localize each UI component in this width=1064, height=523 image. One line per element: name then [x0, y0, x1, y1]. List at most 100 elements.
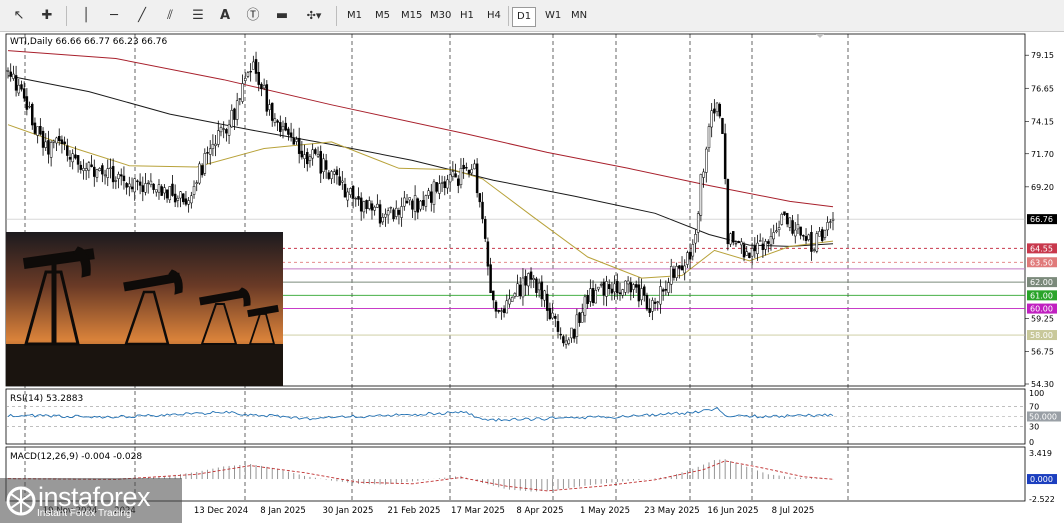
timeframe-m1[interactable]: M1 [343, 7, 366, 25]
timeframe-d1[interactable]: D1 [512, 7, 537, 27]
candle-body [163, 187, 166, 194]
rectangle-icon[interactable]: ▬ [271, 5, 293, 27]
candle-body [815, 233, 819, 252]
timeframe-mn[interactable]: MN [567, 7, 591, 25]
candle-body [456, 178, 460, 186]
candle-body [20, 84, 23, 90]
candle-body [311, 149, 314, 159]
candle-body [481, 201, 484, 220]
candle-body [6, 70, 10, 72]
candle-body [505, 300, 509, 314]
macd-label: MACD(12,26,9) -0.004 -0.028 [10, 452, 142, 462]
text-icon[interactable]: A [215, 5, 235, 27]
candle-body [198, 163, 201, 184]
candle-body [117, 173, 120, 179]
price-level-label: 63.50 [1030, 258, 1053, 267]
candle-body [567, 339, 571, 344]
candle-body [184, 198, 188, 205]
price-level-label: 62.00 [1030, 278, 1053, 287]
candle-body [831, 218, 835, 221]
candle-body [279, 122, 282, 132]
candle-body [300, 150, 304, 158]
candle-body [430, 191, 433, 203]
candle-body [303, 154, 306, 159]
timeframe-m15[interactable]: M15 [397, 7, 426, 25]
price-level-label: 60.00 [1030, 305, 1053, 314]
cursor-icon[interactable]: ↖ [8, 5, 30, 27]
shapes-icon[interactable]: ✣▾ [300, 5, 328, 27]
candle-body [103, 174, 107, 177]
candle-body [510, 296, 514, 302]
chart-header: WTI,Daily 66.66 66.77 66.23 66.76 [10, 37, 167, 47]
timeframe-w1[interactable]: W1 [541, 7, 565, 25]
date-label: 23 May 2025 [644, 506, 699, 516]
toolbar-divider [66, 6, 67, 26]
candle-body [753, 245, 757, 252]
candle-body [575, 314, 579, 337]
price-tick-label: 59.25 [1031, 315, 1054, 324]
candle-body [651, 300, 654, 312]
candle-body [146, 182, 150, 185]
vertical-line-icon[interactable]: │ [76, 5, 96, 27]
candle-body [106, 168, 110, 178]
candle-body [572, 329, 576, 339]
rsi-axis-label: 100 [1029, 389, 1044, 398]
candle-body [316, 154, 320, 157]
toolbar-divider [508, 6, 509, 26]
candle-body [516, 283, 519, 297]
candle-body [179, 191, 182, 199]
candle-body [47, 140, 50, 155]
candle-body [82, 168, 85, 171]
candle-body [384, 213, 387, 218]
candle-body [330, 171, 333, 179]
candle-body [761, 243, 765, 251]
shift-marker-icon[interactable] [816, 34, 824, 38]
timeframe-h4[interactable]: H4 [483, 7, 505, 25]
timeframe-m30[interactable]: M30 [426, 7, 455, 25]
candle-body [497, 310, 500, 312]
candle-body [694, 234, 697, 244]
candle-body [246, 72, 250, 77]
channel-icon[interactable]: ⫽ [160, 5, 180, 27]
crosshair-icon[interactable]: ✚ [36, 5, 58, 27]
fibonacci-icon[interactable]: ☰ [188, 5, 208, 27]
trendline-icon[interactable]: ╱ [132, 5, 152, 27]
candle-body [769, 236, 773, 245]
rsi-axis-label: 30 [1029, 423, 1039, 432]
timeframe-h1[interactable]: H1 [456, 7, 478, 25]
date-label: 21 Feb 2025 [388, 506, 441, 516]
current-price-label: 66.76 [1030, 215, 1053, 224]
candle-body [403, 197, 406, 207]
candle-body [594, 290, 597, 304]
candle-body [597, 286, 600, 290]
candle-body [661, 289, 665, 292]
candle-body [122, 175, 126, 182]
candle-body [63, 141, 66, 145]
candle-body [217, 130, 220, 145]
candle-body [783, 211, 786, 215]
candle-body [119, 174, 123, 177]
candle-body [200, 165, 204, 176]
price-tick-label: 74.15 [1031, 117, 1054, 126]
date-label: 16 Jun 2025 [707, 506, 758, 516]
horizontal-line-icon[interactable]: ─ [104, 5, 124, 27]
candle-body [432, 181, 436, 205]
candle-body [535, 278, 538, 293]
candle-body [826, 222, 829, 231]
candle-body [57, 136, 61, 142]
price-level-label: 58.00 [1030, 331, 1053, 340]
candle-body [206, 152, 209, 154]
candle-body [678, 265, 681, 269]
timeframe-m5[interactable]: M5 [371, 7, 394, 25]
candle-body [710, 110, 713, 128]
candle-body [368, 200, 371, 209]
candle-body [664, 288, 668, 291]
candle-body [473, 163, 476, 170]
candle-body [718, 103, 722, 117]
candle-body [233, 108, 236, 120]
candle-body [338, 176, 341, 186]
candle-body [173, 193, 177, 203]
label-icon[interactable]: Ⓣ [243, 5, 263, 27]
candle-body [667, 282, 670, 293]
candle-body [599, 284, 603, 286]
